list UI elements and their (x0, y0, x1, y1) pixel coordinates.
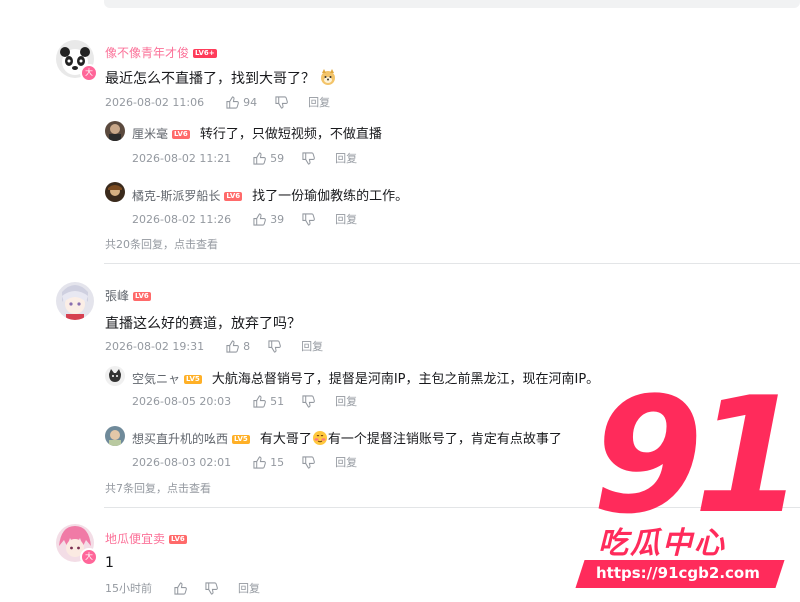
reply-button[interactable]: 回复 (335, 393, 357, 409)
reply-meta: 2026-08-05 20:03 51 回复 (132, 393, 357, 409)
dislike-button[interactable] (302, 212, 315, 226)
reply-text: 有大哥了 (259, 432, 312, 447)
thumbs-up-icon (253, 394, 266, 408)
vip-badge-icon: 大 (80, 64, 98, 82)
thumbs-up-icon (253, 212, 266, 226)
reply-username[interactable]: 橘克-斯派罗船长 LV6 (132, 189, 243, 203)
thumbs-down-icon (302, 394, 315, 408)
reply-text: 转行了，只做短视频，不做直播 (199, 127, 382, 142)
avatar[interactable] (105, 121, 125, 141)
avatar[interactable] (105, 182, 125, 202)
level-badge: LV5 (184, 375, 202, 384)
reply-text: 大航海总督销号了，提督是河南IP，主包之前黑龙江，现在河南IP。 (211, 372, 600, 387)
avatar[interactable] (56, 282, 94, 320)
doge-emoji-icon (319, 68, 337, 90)
username[interactable]: 像不像青年才俊 LV6+ (105, 44, 217, 61)
like-count: 39 (270, 212, 285, 226)
reply-button[interactable]: 回复 (335, 454, 357, 470)
like-count: 51 (270, 394, 285, 408)
like-count: 15 (270, 455, 285, 469)
comment-text: 最近怎么不直播了，找到大哥了？ (105, 68, 337, 90)
like-count: 59 (270, 151, 285, 165)
reply-username[interactable]: 厘米毫 LV6 (132, 127, 190, 141)
dislike-button[interactable] (268, 339, 281, 353)
like-count: 94 (243, 95, 258, 109)
level-badge: LV6 (133, 292, 151, 301)
like-button[interactable] (174, 581, 187, 595)
timestamp: 2026-08-02 19:31 (105, 339, 205, 353)
view-more-replies-link[interactable]: 共20条回复，点击查看 (105, 236, 218, 252)
dislike-button[interactable] (302, 455, 315, 469)
like-button[interactable]: 94 (226, 96, 257, 109)
thumbs-down-icon (302, 151, 315, 165)
timestamp: 2026-08-02 11:06 (105, 95, 205, 109)
like-button[interactable]: 59 (253, 152, 284, 165)
thumbs-down-icon (302, 455, 315, 469)
thumbs-up-icon (226, 95, 239, 109)
level-badge: LV6 (172, 130, 190, 139)
timestamp: 15小时前 (105, 582, 152, 595)
reply-text: 有一个提督注销账号了，肯定有点故事了 (327, 432, 562, 447)
like-button[interactable]: 51 (253, 395, 284, 408)
reply-text: 找了一份瑜伽教练的工作。 (252, 189, 409, 204)
reply-username[interactable]: 空気ニャ LV5 (132, 372, 202, 386)
like-button[interactable]: 39 (253, 213, 284, 226)
comment-meta: 2026-08-02 11:06 94 回复 (105, 94, 330, 110)
like-button[interactable]: 8 (226, 340, 250, 353)
reply-username[interactable]: 想买直升机的吆西 LV5 (132, 432, 250, 446)
comment-text: 1 (105, 555, 114, 571)
dislike-button[interactable] (205, 581, 218, 595)
thumbs-down-icon (275, 95, 288, 109)
thumbs-up-icon (226, 339, 239, 353)
comment-text: 直播这么好的赛道，放弃了吗？ (105, 316, 301, 332)
like-button[interactable]: 15 (253, 456, 284, 469)
timestamp: 2026-08-03 02:01 (132, 455, 232, 469)
divider (104, 263, 800, 264)
dislike-button[interactable] (302, 151, 315, 165)
level-badge: LV6 (169, 535, 187, 544)
reply-line: 厘米毫 LV6 转行了，只做短视频，不做直播 (132, 123, 382, 142)
avatar[interactable] (105, 366, 125, 386)
reply-meta: 2026-08-02 11:21 59 回复 (132, 150, 357, 166)
reply-line: 空気ニャ LV5 大航海总督销号了，提督是河南IP，主包之前黑龙江，现在河南IP。 (132, 368, 599, 387)
comment-input-partial[interactable] (104, 0, 800, 8)
reply-meta: 2026-08-03 02:01 15 回复 (132, 454, 357, 470)
reply-button[interactable]: 回复 (335, 150, 357, 166)
username[interactable]: 地瓜便宜卖 LV6 (105, 530, 187, 547)
thumbs-down-icon (205, 581, 218, 595)
blush-emoji-icon (312, 430, 328, 450)
thumbs-up-icon (174, 581, 187, 595)
thumbs-down-icon (302, 212, 315, 226)
level-badge: LV6+ (193, 49, 217, 58)
reply-meta: 2026-08-02 11:26 39 回复 (132, 211, 357, 227)
watermark-logo-number: 91 (592, 362, 800, 549)
reply-button[interactable]: 回复 (335, 211, 357, 227)
thumbs-down-icon (268, 339, 281, 353)
watermark-logo-name: 吃瓜中心 (598, 526, 726, 561)
comment-meta: 2026-08-02 19:31 8 回复 (105, 338, 323, 354)
level-badge: LV5 (232, 435, 250, 444)
timestamp: 2026-08-05 20:03 (132, 394, 232, 408)
dislike-button[interactable] (275, 95, 288, 109)
level-badge: LV6 (224, 192, 243, 201)
reply-button[interactable]: 回复 (238, 580, 260, 596)
timestamp: 2026-08-02 11:26 (132, 212, 232, 226)
username[interactable]: 張峰 LV6 (105, 287, 151, 304)
view-more-replies-link[interactable]: 共7条回复，点击查看 (105, 480, 211, 496)
comment-meta: 15小时前 回复 (105, 580, 260, 596)
top-avatar-partial (56, 0, 92, 8)
reply-line: 橘克-斯派罗船长 LV6 找了一份瑜伽教练的工作。 (132, 185, 408, 204)
reply-line: 想买直升机的吆西 LV5 有大哥了 有一个提督注销账号了，肯定有点故事了 (132, 428, 562, 450)
vip-badge-icon: 大 (80, 548, 98, 566)
thumbs-up-icon (253, 151, 266, 165)
reply-button[interactable]: 回复 (308, 94, 330, 110)
dislike-button[interactable] (302, 394, 315, 408)
like-count: 8 (243, 339, 251, 353)
thumbs-up-icon (253, 455, 266, 469)
reply-button[interactable]: 回复 (301, 338, 323, 354)
watermark-url: https://91cgb2.com (596, 564, 760, 582)
avatar[interactable] (105, 426, 125, 446)
timestamp: 2026-08-02 11:21 (132, 151, 232, 165)
